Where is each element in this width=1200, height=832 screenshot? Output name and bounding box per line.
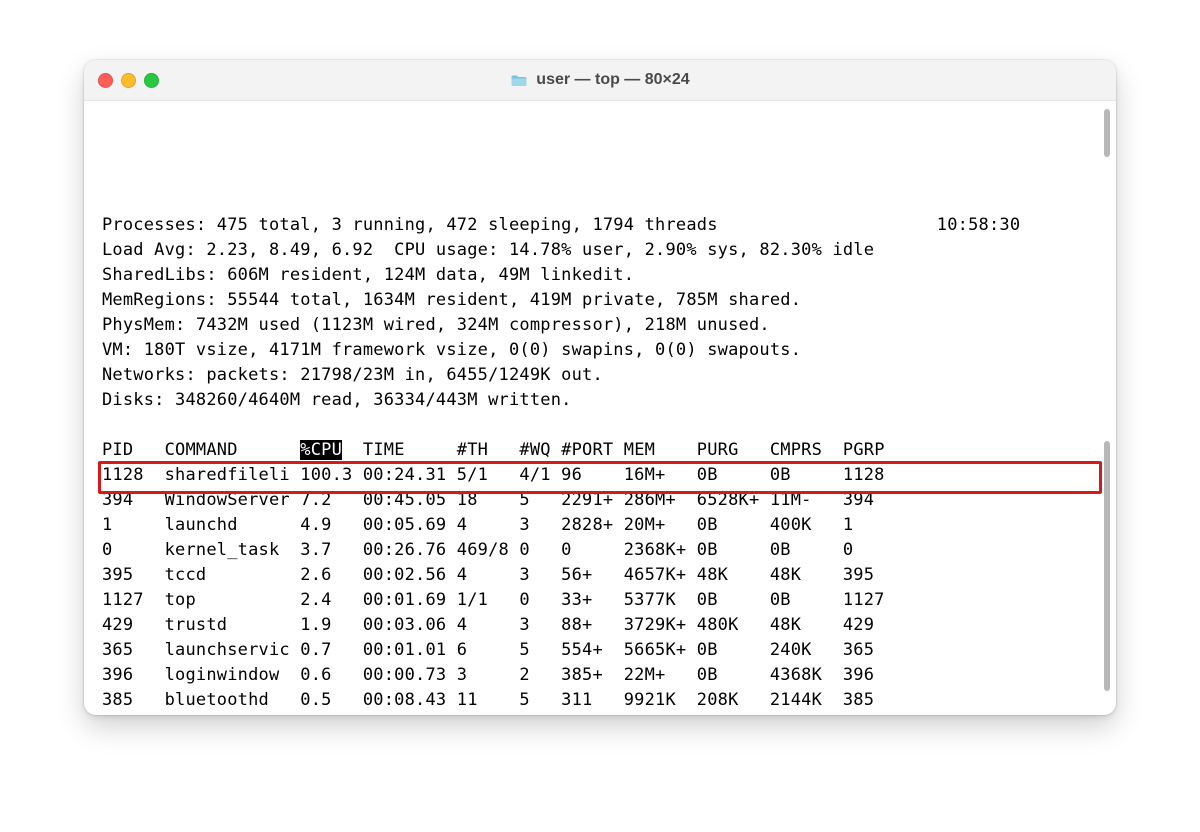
zoom-button[interactable]	[144, 73, 159, 88]
summary-vm: VM: 180T vsize, 4171M framework vsize, 0…	[102, 338, 1102, 363]
table-row: 1127 top 2.4 00:01.69 1/1 0 33+ 5377K 0B…	[102, 588, 1102, 613]
summary-disks: Disks: 348260/4640M read, 36334/443M wri…	[102, 388, 1102, 413]
summary-physmem: PhysMem: 7432M used (1123M wired, 324M c…	[102, 313, 1102, 338]
window-title-text: user — top — 80×24	[536, 71, 689, 89]
scrollbar-thumb-top[interactable]	[1104, 109, 1110, 157]
table-row: 1128 sharedfileli 100.3 00:24.31 5/1 4/1…	[102, 463, 1102, 488]
summary-networks: Networks: packets: 21798/23M in, 6455/12…	[102, 363, 1102, 388]
summary-memregions: MemRegions: 55544 total, 1634M resident,…	[102, 288, 1102, 313]
column-headers: PID COMMAND %CPU TIME #TH #WQ #PORT MEM …	[102, 438, 1102, 463]
close-button[interactable]	[98, 73, 113, 88]
table-row: 0 kernel_task 3.7 00:26.76 469/8 0 0 236…	[102, 538, 1102, 563]
table-row: 420 runningboard 0.5 00:01.96 7 6 533+ 5…	[102, 713, 1102, 715]
home-folder-icon	[510, 71, 528, 89]
scrollbar-thumb[interactable]	[1104, 441, 1110, 691]
minimize-button[interactable]	[121, 73, 136, 88]
table-row: 1 launchd 4.9 00:05.69 4 3 2828+ 20M+ 0B…	[102, 513, 1102, 538]
table-row: 394 WindowServer 7.2 00:45.05 18 5 2291+…	[102, 488, 1102, 513]
summary-processes: Processes: 475 total, 3 running, 472 sle…	[102, 213, 1102, 238]
terminal-window: user — top — 80×24 Processes: 475 total,…	[84, 60, 1116, 715]
window-title: user — top — 80×24	[84, 71, 1116, 89]
traffic-lights	[98, 73, 159, 88]
blank-line	[102, 413, 1102, 438]
table-row: 365 launchservic 0.7 00:01.01 6 5 554+ 5…	[102, 638, 1102, 663]
table-row: 396 loginwindow 0.6 00:00.73 3 2 385+ 22…	[102, 663, 1102, 688]
table-row: 385 bluetoothd 0.5 00:08.43 11 5 311 992…	[102, 688, 1102, 713]
summary-sharedlibs: SharedLibs: 606M resident, 124M data, 49…	[102, 263, 1102, 288]
table-row: 429 trustd 1.9 00:03.06 4 3 88+ 3729K+ 4…	[102, 613, 1102, 638]
window-titlebar[interactable]: user — top — 80×24	[84, 60, 1116, 101]
terminal-output[interactable]: Processes: 475 total, 3 running, 472 sle…	[84, 101, 1116, 715]
summary-load: Load Avg: 2.23, 8.49, 6.92 CPU usage: 14…	[102, 238, 1102, 263]
table-row: 395 tccd 2.6 00:02.56 4 3 56+ 4657K+ 48K…	[102, 563, 1102, 588]
